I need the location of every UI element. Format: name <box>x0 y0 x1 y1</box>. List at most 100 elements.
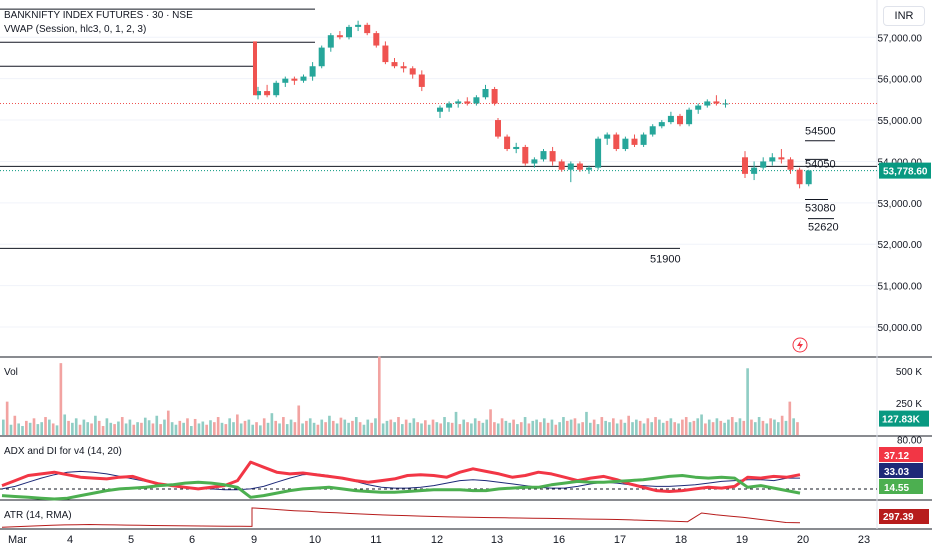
volume-bar <box>354 417 358 435</box>
currency-button[interactable]: INR <box>883 6 925 26</box>
volume-bar <box>573 418 577 435</box>
volume-bar <box>289 419 293 435</box>
volume-bar <box>746 368 749 435</box>
volume-bar <box>170 422 174 435</box>
volume-bar <box>730 417 734 435</box>
volume-bar <box>362 424 366 435</box>
candle-body <box>355 24 362 27</box>
candle-body <box>513 146 520 150</box>
volume-bar <box>431 419 435 435</box>
candle-body <box>760 161 767 168</box>
volume-bar <box>270 413 274 435</box>
candle-body <box>595 138 602 168</box>
volume-bar <box>136 422 139 435</box>
volume-bar <box>692 420 696 435</box>
volume-bar <box>750 419 753 435</box>
volume-bar <box>707 419 711 435</box>
volume-bar <box>109 422 113 435</box>
volume-bar <box>40 422 44 435</box>
volume-bar <box>178 420 182 435</box>
volume-bar <box>232 422 235 435</box>
volume-bar <box>773 419 776 435</box>
candle-body <box>531 159 538 164</box>
candle-body <box>346 26 352 38</box>
vwap-legend[interactable]: VWAP (Session, hlc3, 0, 1, 2, 3) <box>4 24 146 35</box>
volume-bar <box>435 422 439 435</box>
volume-bar <box>608 422 611 435</box>
volume-bar <box>585 411 588 435</box>
volume-bar <box>266 422 270 435</box>
volume-bar <box>615 423 619 435</box>
volume-bar <box>55 425 59 435</box>
volume-bar <box>201 421 205 435</box>
volume-bar <box>28 422 32 435</box>
candle-body <box>695 105 702 110</box>
candle-body <box>769 157 776 162</box>
adx-legend[interactable]: ADX and DI for v4 (14, 20) <box>4 446 122 457</box>
volume-bar <box>120 417 124 435</box>
candle-body <box>409 68 416 75</box>
volume-bar <box>274 420 278 435</box>
price-axis-tick-label: 57,000.00 <box>878 33 923 44</box>
volume-bar <box>374 418 377 435</box>
volume-bar <box>688 422 692 435</box>
volume-bar <box>765 423 769 435</box>
volume-bar <box>236 414 239 435</box>
candle-body <box>549 151 556 162</box>
time-axis-label: 4 <box>67 534 73 546</box>
volume-legend[interactable]: Vol <box>4 367 18 378</box>
volume-bar <box>669 418 673 435</box>
candle-body <box>677 115 683 125</box>
time-axis-label: 20 <box>797 534 809 546</box>
volume-bar <box>558 422 561 435</box>
volume-bar <box>48 419 51 435</box>
volume-bar <box>351 420 354 435</box>
volume-bar <box>466 422 469 435</box>
volume-bar <box>512 419 515 435</box>
candle-body <box>455 101 462 104</box>
price-scale-marker <box>879 154 931 164</box>
chart-canvas[interactable]: 50,000.0051,000.0052,000.0053,000.0054,0… <box>0 0 932 550</box>
candle-body <box>464 101 471 104</box>
volume-bar <box>581 422 584 435</box>
candle-body <box>391 62 398 67</box>
volume-bar <box>776 422 780 435</box>
volume-bar <box>328 415 331 435</box>
volume-bar <box>316 424 320 435</box>
volume-bar <box>251 424 255 435</box>
volume-bar <box>117 421 120 435</box>
volume-bar <box>32 418 36 435</box>
volume-bar <box>44 417 47 435</box>
volume-bar <box>113 424 116 435</box>
atr-legend[interactable]: ATR (14, RMA) <box>4 510 72 521</box>
price-axis-tick-label: 52,000.00 <box>878 240 923 251</box>
candle-body <box>631 138 638 145</box>
candle-body <box>576 163 583 170</box>
volume-bar <box>496 423 500 435</box>
candle-body <box>253 41 257 96</box>
volume-bar <box>63 414 67 435</box>
volume-bar <box>638 420 642 435</box>
volume-bar <box>262 418 266 435</box>
volume-bar <box>519 422 523 435</box>
volume-bar <box>94 415 97 435</box>
volume-bar <box>508 422 512 435</box>
volume-bar <box>182 422 185 435</box>
volume-bar <box>197 423 201 435</box>
volume-bar <box>147 420 151 435</box>
volume-bar <box>554 424 558 435</box>
volume-bar <box>427 424 431 435</box>
last-price-label: 53,778.60 <box>883 167 928 178</box>
candle-body <box>713 101 720 104</box>
volume-bar <box>612 418 615 435</box>
volume-bar <box>155 415 159 435</box>
candle-body <box>805 170 812 185</box>
volume-bar <box>9 424 13 435</box>
volume-axis-tick-label: 250 K <box>896 399 922 410</box>
volume-bar <box>684 417 688 435</box>
volume-bar <box>166 410 170 435</box>
volume-bar <box>542 418 546 435</box>
time-axis-label: 23 <box>858 534 870 546</box>
volume-bar <box>71 422 74 435</box>
volume-bar <box>101 426 105 435</box>
